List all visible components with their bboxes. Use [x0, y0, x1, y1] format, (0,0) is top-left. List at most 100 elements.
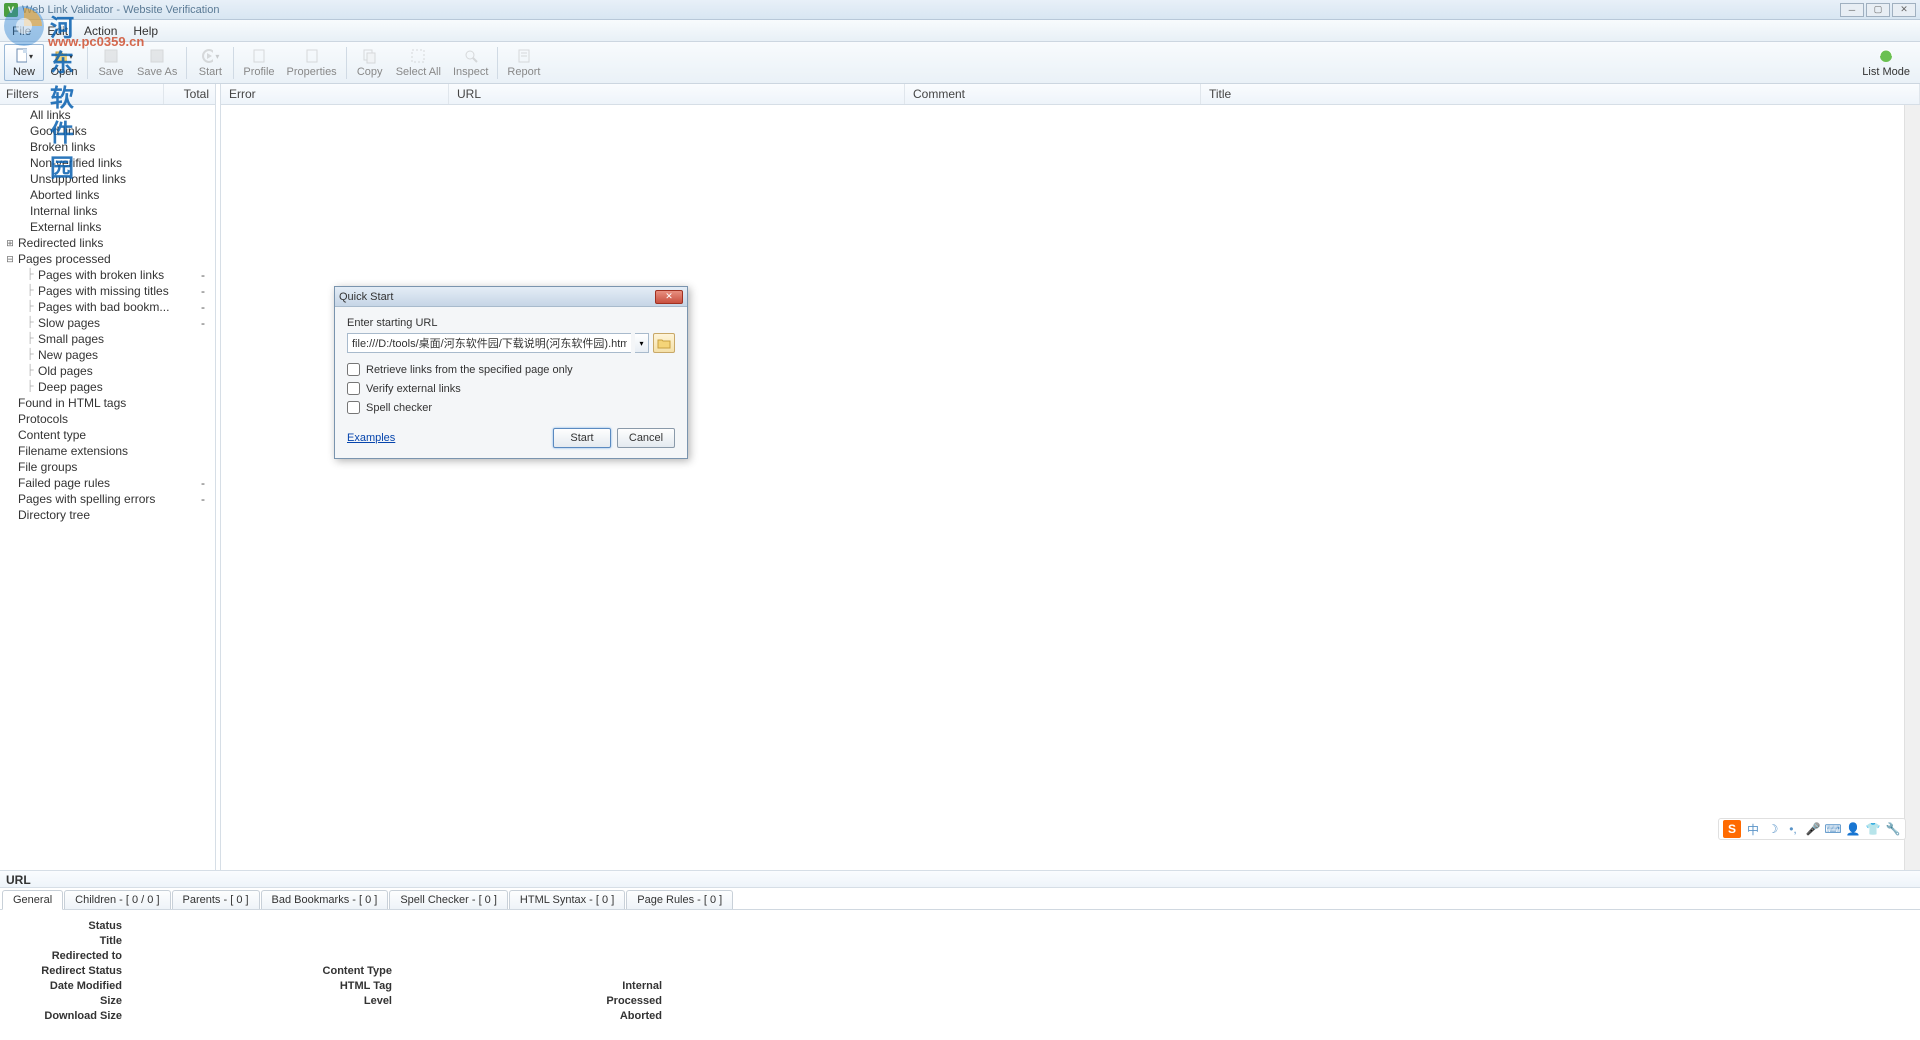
filter-item[interactable]: Failed page rules-	[0, 475, 215, 491]
filter-label: Found in HTML tags	[16, 396, 187, 410]
col-comment[interactable]: Comment	[905, 84, 1201, 104]
open-button[interactable]: ▾ Open	[44, 45, 84, 80]
detail-label: Redirect Status	[20, 965, 130, 977]
filter-item[interactable]: Broken links	[0, 139, 215, 155]
total-header[interactable]: Total	[163, 84, 215, 104]
filter-item[interactable]: External links	[0, 219, 215, 235]
url-input[interactable]	[347, 333, 631, 353]
ime-lang-button[interactable]: 中	[1745, 821, 1761, 837]
filter-item[interactable]: Unsupported links	[0, 171, 215, 187]
new-button[interactable]: ▾ New	[4, 44, 44, 81]
filter-item[interactable]: Protocols	[0, 411, 215, 427]
menu-help[interactable]: Help	[125, 21, 166, 41]
url-dropdown-button[interactable]: ▾	[635, 333, 649, 353]
listmode-button[interactable]: List Mode	[1856, 45, 1916, 80]
filter-item[interactable]: File groups	[0, 459, 215, 475]
filter-item[interactable]: All links	[0, 107, 215, 123]
filter-item[interactable]: Aborted links	[0, 187, 215, 203]
app-icon: V	[4, 3, 18, 17]
url-label: Enter starting URL	[347, 317, 675, 329]
filter-label: Directory tree	[16, 508, 187, 522]
menu-action[interactable]: Action	[76, 21, 125, 41]
close-button[interactable]: ✕	[1892, 3, 1916, 17]
filter-item[interactable]: ├Small pages	[0, 331, 215, 347]
spell-checker-checkbox[interactable]	[347, 401, 360, 414]
browse-button[interactable]	[653, 333, 675, 353]
ime-skin-icon[interactable]: 👕	[1865, 821, 1881, 837]
tab-parents[interactable]: Parents - [ 0 ]	[172, 890, 260, 909]
col-url[interactable]: URL	[449, 84, 905, 104]
filter-item[interactable]: ├Deep pages	[0, 379, 215, 395]
examples-link[interactable]: Examples	[347, 432, 395, 444]
selectall-button[interactable]: Select All	[390, 45, 447, 80]
detail-label: Download Size	[20, 1010, 130, 1022]
copy-button[interactable]: Copy	[350, 45, 390, 80]
expand-icon[interactable]: ⊟	[4, 252, 16, 266]
filter-item[interactable]: Good links	[0, 123, 215, 139]
ime-mic-icon[interactable]: 🎤	[1805, 821, 1821, 837]
filter-item[interactable]: ├Pages with bad bookm...-	[0, 299, 215, 315]
save-button[interactable]: Save	[91, 45, 131, 80]
filter-item[interactable]: Non-verified links	[0, 155, 215, 171]
tab-htmlsyntax[interactable]: HTML Syntax - [ 0 ]	[509, 890, 625, 909]
verify-external-checkbox[interactable]	[347, 382, 360, 395]
detail-row: Download Size	[20, 1008, 250, 1023]
filter-item[interactable]: Filename extensions	[0, 443, 215, 459]
ime-logo-icon: S	[1723, 820, 1741, 838]
filter-label: Deep pages	[36, 380, 187, 394]
filter-item[interactable]: ├Pages with missing titles-	[0, 283, 215, 299]
col-title[interactable]: Title	[1201, 84, 1920, 104]
detail-row: Status	[20, 918, 250, 933]
menu-edit[interactable]: Edit	[39, 21, 76, 41]
filter-item[interactable]: ⊞Redirected links	[0, 235, 215, 251]
report-button[interactable]: Report	[501, 45, 546, 80]
ime-keyboard-icon[interactable]: ⌨	[1825, 821, 1841, 837]
tab-spellchecker[interactable]: Spell Checker - [ 0 ]	[389, 890, 508, 909]
maximize-button[interactable]: ▢	[1866, 3, 1890, 17]
vertical-scrollbar[interactable]	[1904, 105, 1920, 870]
expand-icon[interactable]: ⊞	[4, 236, 16, 250]
filter-label: Protocols	[16, 412, 187, 426]
detail-row: HTML Tag	[290, 978, 520, 993]
ime-settings-icon[interactable]: 🔧	[1885, 821, 1901, 837]
filter-item[interactable]: ├Old pages	[0, 363, 215, 379]
profile-button[interactable]: Profile	[237, 45, 280, 80]
saveas-icon	[148, 47, 166, 65]
filter-item[interactable]: Content type	[0, 427, 215, 443]
tab-badbookmarks[interactable]: Bad Bookmarks - [ 0 ]	[261, 890, 389, 909]
filter-item[interactable]: Internal links	[0, 203, 215, 219]
filter-item[interactable]: ├Slow pages-	[0, 315, 215, 331]
detail-label: Processed	[560, 995, 670, 1007]
detail-row: Redirected to	[20, 948, 250, 963]
new-icon: ▾	[15, 47, 33, 65]
filters-header[interactable]: Filters	[0, 84, 163, 104]
filter-item[interactable]: ├New pages	[0, 347, 215, 363]
start-button[interactable]: ▾Start	[190, 45, 230, 80]
tab-general[interactable]: General	[2, 890, 63, 910]
dialog-start-button[interactable]: Start	[553, 428, 611, 448]
properties-button[interactable]: Properties	[281, 45, 343, 80]
filter-label: New pages	[36, 348, 187, 362]
filter-item[interactable]: Directory tree	[0, 507, 215, 523]
toolbar: ▾ New ▾ Open Save Save As ▾Start Profile…	[0, 42, 1920, 84]
col-error[interactable]: Error	[221, 84, 449, 104]
ime-moon-icon[interactable]: ☽	[1765, 821, 1781, 837]
tab-pagerules[interactable]: Page Rules - [ 0 ]	[626, 890, 733, 909]
dialog-close-button[interactable]: ✕	[655, 290, 683, 304]
filter-label: Redirected links	[16, 236, 187, 250]
ime-punct-icon[interactable]: •,	[1785, 821, 1801, 837]
filter-item[interactable]: ├Pages with broken links-	[0, 267, 215, 283]
filter-item[interactable]: Pages with spelling errors-	[0, 491, 215, 507]
filter-label: Non-verified links	[28, 156, 187, 170]
saveas-button[interactable]: Save As	[131, 45, 183, 80]
inspect-button[interactable]: Inspect	[447, 45, 494, 80]
filter-item[interactable]: Found in HTML tags	[0, 395, 215, 411]
filter-item[interactable]: ⊟Pages processed	[0, 251, 215, 267]
ime-user-icon[interactable]: 👤	[1845, 821, 1861, 837]
retrieve-only-checkbox[interactable]	[347, 363, 360, 376]
tab-children[interactable]: Children - [ 0 / 0 ]	[64, 890, 170, 909]
ime-toolbar[interactable]: S 中 ☽ •, 🎤 ⌨ 👤 👕 🔧	[1718, 818, 1906, 840]
menu-file[interactable]: File	[4, 21, 39, 41]
dialog-cancel-button[interactable]: Cancel	[617, 428, 675, 448]
minimize-button[interactable]: ─	[1840, 3, 1864, 17]
